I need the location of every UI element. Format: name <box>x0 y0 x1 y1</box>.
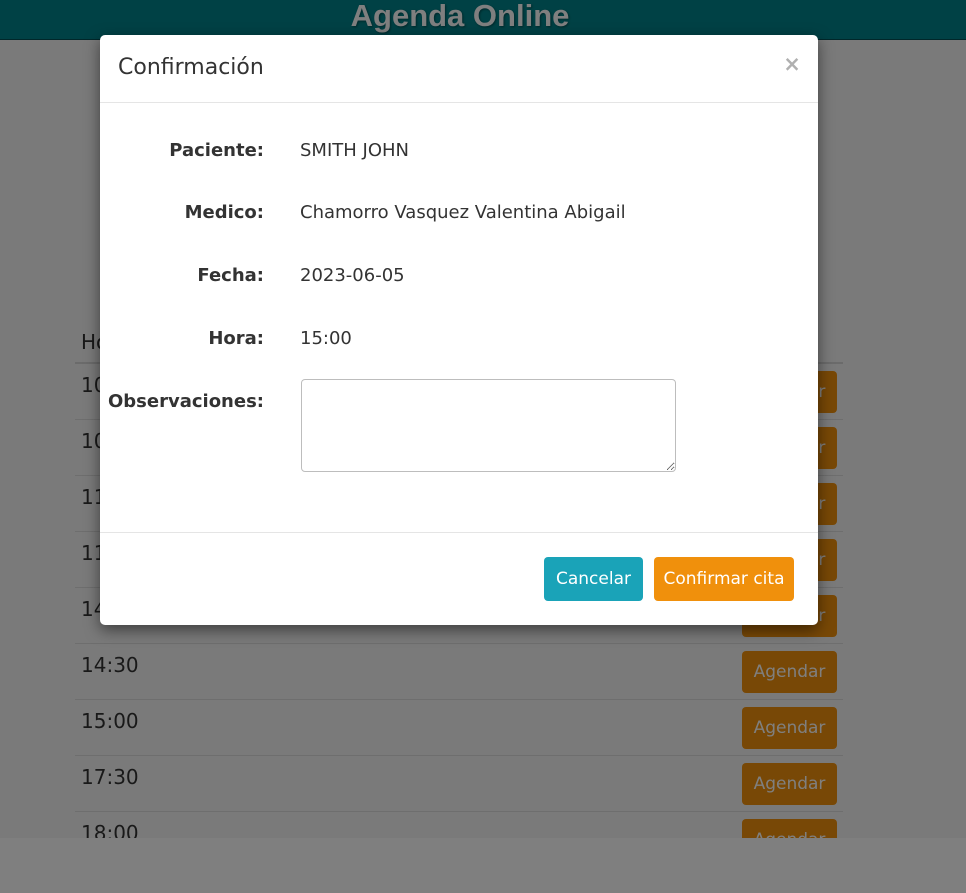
cancel-button[interactable]: Cancelar <box>544 557 643 601</box>
confirm-appointment-button[interactable]: Confirmar cita <box>654 557 794 601</box>
notes-textarea[interactable] <box>301 379 676 472</box>
modal-header: Confirmación × <box>100 35 818 103</box>
time-value: 15:00 <box>300 328 352 349</box>
confirmation-modal: Confirmación × Paciente: SMITH JOHN Medi… <box>100 35 818 625</box>
doctor-label: Medico: <box>184 202 264 223</box>
doctor-value: Chamorro Vasquez Valentina Abigail <box>300 202 626 223</box>
patient-label: Paciente: <box>169 140 264 161</box>
notes-label: Observaciones: <box>107 391 264 412</box>
date-value: 2023-06-05 <box>300 265 405 286</box>
modal-footer: Cancelar Confirmar cita <box>100 532 818 625</box>
patient-value: SMITH JOHN <box>300 140 409 161</box>
close-icon[interactable]: × <box>782 51 802 77</box>
date-label: Fecha: <box>197 265 264 286</box>
modal-title: Confirmación <box>118 55 264 80</box>
time-label: Hora: <box>208 328 264 349</box>
